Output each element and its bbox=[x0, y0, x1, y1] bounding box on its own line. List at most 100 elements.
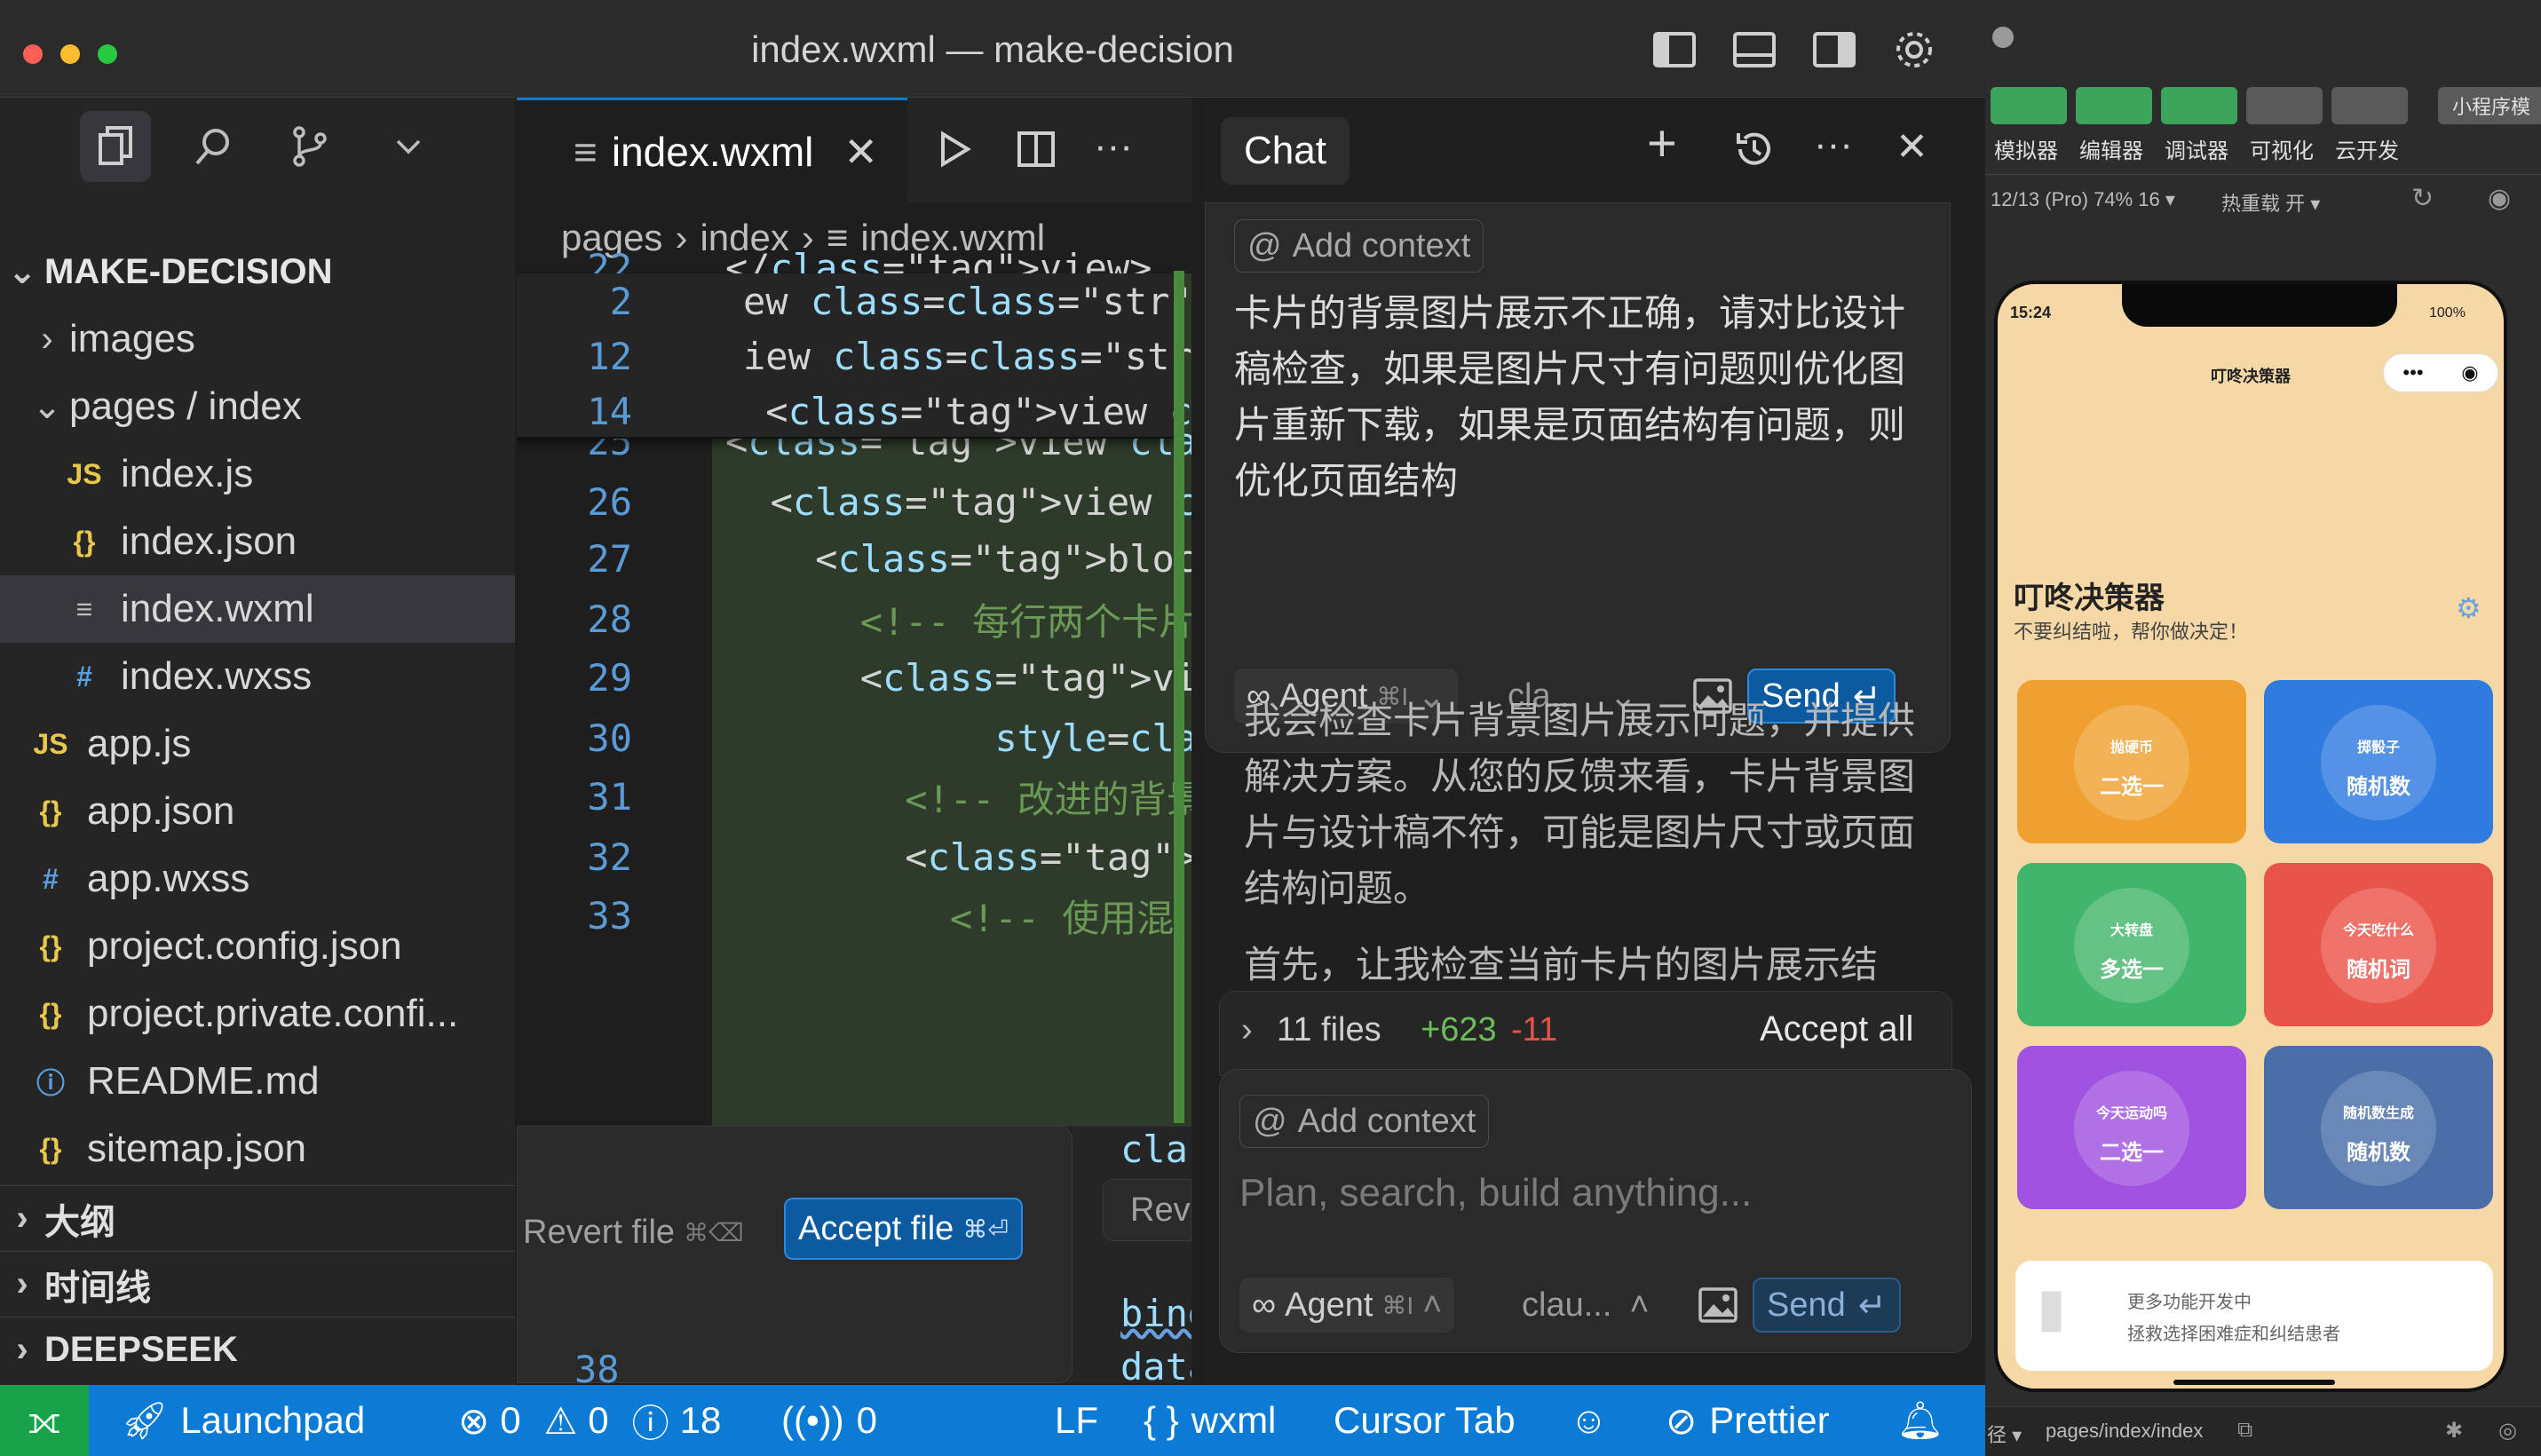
toggle-secondary-sidebar-icon[interactable] bbox=[1811, 27, 1857, 73]
decision-card[interactable]: 今天吃什么 随机词 bbox=[2264, 863, 2493, 1026]
ports-item[interactable]: ((•)) 0 bbox=[781, 1385, 877, 1456]
cursor-tab-item[interactable]: Cursor Tab bbox=[1334, 1385, 1516, 1456]
decision-card[interactable]: 今天运动吗 二选一 bbox=[2017, 1046, 2246, 1209]
send-button[interactable]: Send ↵ bbox=[1753, 1278, 1901, 1333]
prettier-item[interactable]: ⊘ Prettier bbox=[1666, 1385, 1830, 1456]
eye-icon[interactable]: ◎ bbox=[2498, 1418, 2517, 1444]
sticky-line[interactable]: 2 ew class=class="str">"container" i bbox=[517, 273, 1191, 328]
review-next-button[interactable]: Rev bbox=[1103, 1179, 1191, 1241]
sticky-line[interactable]: 12 iew class=class="str">"main-con e bbox=[517, 328, 1191, 384]
language-item[interactable]: { } wxml bbox=[1144, 1385, 1276, 1456]
code-line[interactable]: 31 <!-- 改进的背景 bbox=[517, 769, 1191, 824]
toggle-primary-sidebar-icon[interactable] bbox=[1651, 27, 1698, 73]
tab-index-wxml[interactable]: ≡ index.wxml ✕ bbox=[517, 98, 907, 202]
tree-item[interactable]: {} index.json bbox=[0, 508, 515, 575]
infinity-icon: ∞ bbox=[1252, 1286, 1277, 1324]
model-select[interactable]: clau... ˄ bbox=[1522, 1278, 1650, 1333]
device-select[interactable]: 12/13 (Pro) 74% 16 ▾ bbox=[1991, 188, 2175, 211]
tree-item[interactable]: {} sitemap.json bbox=[0, 1115, 515, 1183]
problems-item[interactable]: ⊗ 0 ⚠ 0 ⓘ 18 bbox=[458, 1385, 721, 1456]
tree-item[interactable]: ⌄ pages / index bbox=[0, 373, 515, 440]
prettier-label: Prettier bbox=[1709, 1399, 1830, 1441]
editor-button[interactable] bbox=[2076, 87, 2152, 124]
more-actions-icon[interactable]: ··· bbox=[1094, 124, 1133, 169]
stop-icon[interactable]: ◉ bbox=[2488, 183, 2511, 214]
tree-item[interactable]: JS app.js bbox=[0, 710, 515, 778]
tree-item[interactable]: # app.wxss bbox=[0, 845, 515, 913]
settings-gear-icon[interactable]: ⚙ bbox=[2456, 591, 2482, 625]
copy-icon[interactable]: ⧉ bbox=[2237, 1418, 2252, 1443]
tree-item[interactable]: JS index.js bbox=[0, 440, 515, 508]
tree-item[interactable]: › images bbox=[0, 305, 515, 373]
tree-item[interactable]: {} app.json bbox=[0, 778, 515, 845]
close-chat-icon[interactable]: ✕ bbox=[1896, 124, 1928, 170]
history-icon[interactable] bbox=[1731, 126, 1777, 172]
agent-mode-select[interactable]: ∞ Agent ⌘I ˄ bbox=[1239, 1278, 1455, 1333]
chat-tab[interactable]: Chat bbox=[1221, 117, 1350, 185]
capsule-menu[interactable]: ••• ◉ bbox=[2383, 353, 2498, 392]
code-line[interactable]: 32 <class="tag">view class= bbox=[517, 829, 1191, 884]
debugger-button[interactable] bbox=[2161, 87, 2237, 124]
bug-icon[interactable]: ✱ bbox=[2445, 1418, 2463, 1444]
run-play-icon[interactable] bbox=[934, 129, 975, 170]
deepseek-section[interactable]: › DEEPSEEK bbox=[0, 1317, 515, 1382]
tree-item[interactable]: ⓘ README.md bbox=[0, 1048, 515, 1115]
changed-files-summary[interactable]: › 11 files +623 -11 Accept all bbox=[1219, 991, 1952, 1076]
close-tab-icon[interactable]: ✕ bbox=[843, 128, 878, 176]
chat-input-box[interactable]: @ Add context Plan, search, build anythi… bbox=[1219, 1069, 1972, 1353]
card-label: 多选一 bbox=[2100, 958, 2164, 982]
accept-file-button[interactable]: Accept file ⌘⏎ bbox=[784, 1198, 1023, 1260]
miniprogram-mode-button[interactable]: 小程序模 bbox=[2438, 87, 2541, 124]
code-line[interactable]: 26 <class="tag">view class=class="str">"… bbox=[517, 474, 1191, 529]
chat-input[interactable]: Plan, search, build anything... bbox=[1239, 1171, 1752, 1215]
launchpad-item[interactable]: 🚀︎ Launchpad bbox=[121, 1385, 365, 1456]
explorer-icon[interactable] bbox=[80, 111, 151, 182]
file-type-icon: {} bbox=[73, 525, 96, 558]
simulator-button[interactable] bbox=[1991, 87, 2067, 124]
sticky-line[interactable]: 14 <class="tag">view class=class="str">"… bbox=[517, 384, 1191, 439]
user-message-box[interactable]: @ Add context 卡片的背景图片展示不正确，请对比设计稿检查，如果是图… bbox=[1205, 202, 1951, 753]
project-root[interactable]: ⌄ MAKE-DECISION bbox=[0, 238, 515, 305]
broadcast-icon: ((•)) bbox=[781, 1399, 844, 1441]
visualize-button[interactable] bbox=[2246, 87, 2323, 124]
source-control-icon[interactable] bbox=[275, 111, 346, 182]
decision-card[interactable]: 抛硬币 二选一 bbox=[2017, 680, 2246, 843]
tree-item[interactable]: {} project.private.confi... bbox=[0, 980, 515, 1048]
chat-more-icon[interactable]: ··· bbox=[1814, 123, 1853, 167]
tree-item[interactable]: # index.wxss bbox=[0, 643, 515, 710]
code-line[interactable]: 27 <class="tag">block wx:for=class="str"… bbox=[517, 531, 1191, 586]
search-icon[interactable] bbox=[178, 111, 249, 182]
code-line[interactable]: 33 <!-- 使用混 bbox=[517, 888, 1191, 943]
image-attach-icon[interactable] bbox=[1698, 1286, 1738, 1324]
revert-file-button[interactable]: Revert file ⌘⌫ bbox=[523, 1203, 744, 1262]
decision-card[interactable]: 随机数生成 随机数 bbox=[2264, 1046, 2493, 1209]
timeline-section[interactable]: › 时间线 bbox=[0, 1251, 515, 1317]
outline-section[interactable]: › 大纲 bbox=[0, 1185, 515, 1251]
refresh-icon[interactable]: ↻ bbox=[2411, 183, 2434, 214]
tree-item[interactable]: ≡ index.wxml bbox=[0, 575, 515, 643]
notifications-bell-icon[interactable]: 🔔︎ bbox=[1896, 1385, 1943, 1456]
file-type-icon: JS bbox=[67, 457, 102, 490]
code-line[interactable]: 28 <!-- 每行两个卡片 bbox=[517, 591, 1191, 646]
hot-reload-toggle[interactable]: 热重载 开 ▾ bbox=[2221, 188, 2320, 217]
remote-icon[interactable]: ⟗ bbox=[0, 1385, 89, 1456]
decision-card[interactable]: 掷骰子 随机数 bbox=[2264, 680, 2493, 843]
decision-card[interactable]: 大转盘 多选一 bbox=[2017, 863, 2246, 1026]
split-editor-icon[interactable] bbox=[1016, 129, 1057, 170]
accept-all-button[interactable]: Accept all bbox=[1760, 1009, 1913, 1049]
code-line[interactable]: 29 <class="tag">view class=class="str">"… bbox=[517, 650, 1191, 705]
toggle-panel-icon[interactable] bbox=[1731, 27, 1777, 73]
add-context-button[interactable]: @ Add context bbox=[1239, 1095, 1490, 1148]
close-circle-icon[interactable]: ◉ bbox=[2461, 361, 2478, 384]
copilot-icon[interactable]: ☺ bbox=[1570, 1385, 1608, 1456]
window-dot bbox=[1992, 27, 2014, 48]
new-chat-plus-icon[interactable]: + bbox=[1647, 114, 1677, 173]
cloud-dev-button[interactable] bbox=[2331, 87, 2408, 124]
tree-item[interactable]: {} project.config.json bbox=[0, 913, 515, 980]
more-views-chevron-down-icon[interactable] bbox=[373, 111, 444, 182]
eol-item[interactable]: LF bbox=[1055, 1385, 1098, 1456]
add-context-button[interactable]: @ Add context bbox=[1234, 219, 1484, 273]
more-dots-icon[interactable]: ••• bbox=[2402, 361, 2423, 384]
code-line[interactable]: 30 style=class="str">"b bbox=[517, 710, 1191, 765]
settings-gear-icon[interactable] bbox=[1891, 27, 1937, 73]
